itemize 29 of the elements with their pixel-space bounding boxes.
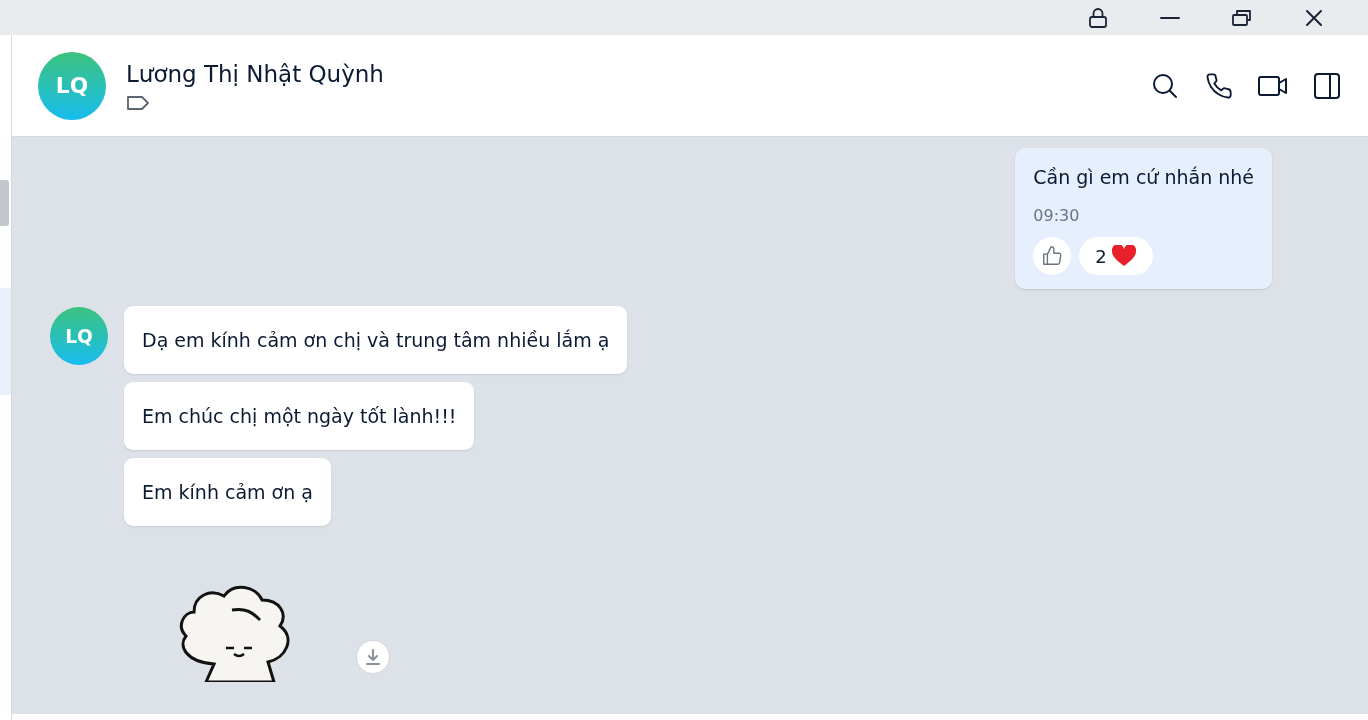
like-button[interactable] (1033, 237, 1072, 275)
message-time: 09:30 (1033, 206, 1081, 225)
message-text: Cần gì em cứ nhắn nhé (1033, 166, 1254, 188)
reaction-count: 2 (1095, 245, 1107, 267)
sent-message-bubble[interactable]: Cần gì em cứ nhắn nhé 09:30 2 (1015, 148, 1272, 289)
phone-button[interactable] (1204, 70, 1234, 101)
video-camera-icon (1258, 74, 1288, 97)
received-message-bubble[interactable]: Em chúc chị một ngày tốt lành!!! (124, 382, 475, 450)
close-icon[interactable] (1305, 8, 1323, 27)
lock-icon[interactable] (1088, 6, 1108, 29)
search-icon (1151, 71, 1179, 100)
heart-icon (1110, 245, 1137, 267)
message-text: Dạ em kính cảm ơn chị và trung tâm nhiều lắm ạ (142, 329, 610, 351)
side-panel-icon (1313, 71, 1341, 100)
restore-icon[interactable] (1232, 8, 1252, 27)
thumbs-up-icon (1041, 245, 1064, 267)
side-panel-button[interactable] (1312, 70, 1342, 101)
minimize-icon[interactable] (1160, 15, 1180, 20)
received-message-bubble[interactable]: Dạ em kính cảm ơn chị và trung tâm nhiều lắm ạ (124, 306, 628, 374)
download-button[interactable] (356, 640, 390, 674)
phone-icon (1205, 71, 1233, 100)
reaction-pill[interactable]: 2 (1079, 237, 1153, 275)
tag-icon[interactable] (126, 94, 150, 111)
received-message-bubble[interactable]: Em kính cảm ơn ạ (124, 458, 331, 526)
message-text: Em kính cảm ơn ạ (142, 481, 313, 503)
message-text: Em chúc chị một ngày tốt lành!!! (142, 405, 457, 427)
scrollbar-thumb[interactable] (0, 180, 9, 226)
download-icon (364, 648, 382, 666)
contact-name: Lương Thị Nhật Quỳnh (126, 60, 385, 87)
